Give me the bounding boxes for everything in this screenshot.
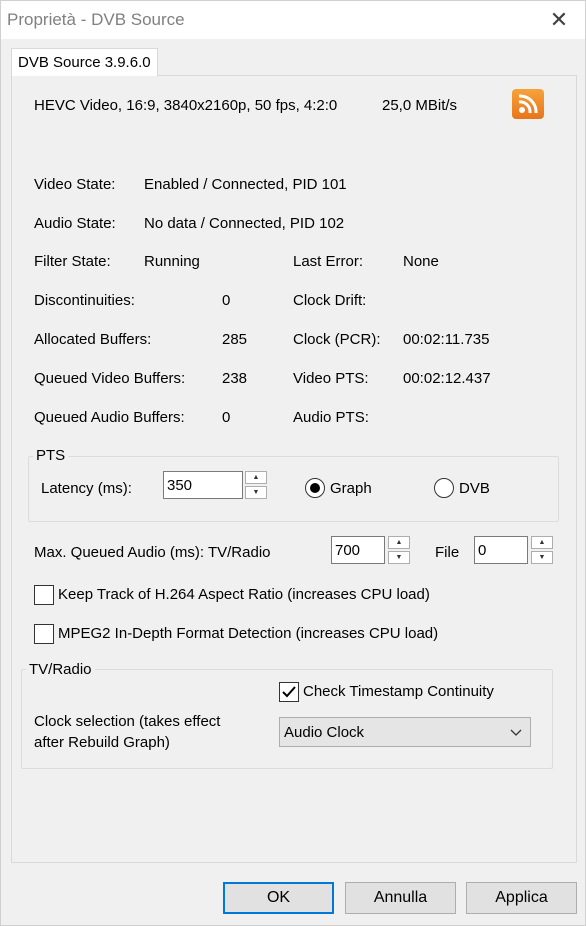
pts-group-title: PTS — [33, 447, 69, 464]
tab-dvb-source[interactable]: DVB Source 3.9.6.0 — [11, 48, 158, 76]
latency-input[interactable] — [163, 471, 243, 499]
apply-button[interactable]: Applica — [466, 882, 577, 914]
last-error-label: Last Error: — [293, 253, 364, 270]
dvb-radio-label[interactable]: DVB — [459, 480, 490, 497]
dvb-radio[interactable] — [434, 478, 454, 498]
clock-pcr-label: Clock (PCR): — [293, 331, 381, 348]
file-queue-input[interactable] — [474, 536, 528, 564]
allocated-buffers-label: Allocated Buffers: — [34, 331, 152, 348]
h264-aspect-label[interactable]: Keep Track of H.264 Aspect Ratio (increa… — [58, 586, 430, 603]
file-down-icon[interactable]: ▼ — [531, 551, 553, 564]
queued-audio-value: 0 — [222, 409, 231, 426]
title-bar: Proprietà - DVB Source ✕ — [1, 1, 585, 39]
discontinuities-value: 0 — [222, 292, 231, 309]
discontinuities-label: Discontinuities: — [34, 292, 135, 309]
latency-up-icon[interactable]: ▲ — [245, 471, 267, 484]
properties-dialog: Proprietà - DVB Source ✕ DVB Source 3.9.… — [0, 0, 586, 926]
tv-radio-queue-input[interactable] — [331, 536, 385, 564]
last-error-value: None — [403, 253, 439, 270]
graph-radio[interactable] — [305, 478, 325, 498]
clock-drift-label: Clock Drift: — [293, 292, 367, 309]
chevron-down-icon — [510, 729, 522, 736]
latency-stepper[interactable]: ▲ ▼ — [245, 471, 267, 499]
video-state-value: Enabled / Connected, PID 101 — [144, 176, 347, 193]
video-pts-label: Video PTS: — [293, 370, 369, 387]
audio-state-value: No data / Connected, PID 102 — [144, 215, 345, 232]
tv-radio-queue-stepper[interactable]: ▲ ▼ — [388, 536, 410, 564]
max-queued-audio-label: Max. Queued Audio (ms): TV/Radio — [34, 544, 271, 561]
graph-radio-label[interactable]: Graph — [330, 480, 372, 497]
timestamp-continuity-label[interactable]: Check Timestamp Continuity — [303, 683, 494, 700]
cancel-button[interactable]: Annulla — [345, 882, 456, 914]
stream-format: HEVC Video, 16:9, 3840x2160p, 50 fps, 4:… — [34, 97, 338, 114]
tv-radio-group-title: TV/Radio — [26, 661, 95, 678]
audio-state-label: Audio State: — [34, 215, 116, 232]
latency-label: Latency (ms): — [41, 480, 132, 497]
latency-down-icon[interactable]: ▼ — [245, 486, 267, 499]
queued-video-label: Queued Video Buffers: — [34, 370, 186, 387]
clock-selection-dropdown[interactable]: Audio Clock — [279, 717, 531, 747]
timestamp-continuity-checkbox[interactable] — [279, 682, 299, 702]
filter-state-value: Running — [144, 253, 200, 270]
queued-video-value: 238 — [222, 370, 248, 387]
h264-aspect-checkbox[interactable] — [34, 585, 54, 605]
tv-radio-down-icon[interactable]: ▼ — [388, 551, 410, 564]
allocated-buffers-value: 285 — [222, 331, 248, 348]
rss-feed-icon — [512, 89, 544, 119]
video-state-label: Video State: — [34, 176, 116, 193]
mpeg2-detection-checkbox[interactable] — [34, 624, 54, 644]
filter-state-label: Filter State: — [34, 253, 111, 270]
ok-button[interactable]: OK — [223, 882, 334, 914]
stream-bitrate: 25,0 MBit/s — [382, 97, 458, 114]
clock-pcr-value: 00:02:11.735 — [403, 331, 490, 348]
file-up-icon[interactable]: ▲ — [531, 536, 553, 549]
video-pts-value: 00:02:12.437 — [403, 370, 491, 387]
file-queue-stepper[interactable]: ▲ ▼ — [531, 536, 553, 564]
clock-selection-value: Audio Clock — [284, 723, 365, 741]
window-title: Proprietà - DVB Source — [7, 10, 185, 29]
audio-pts-label: Audio PTS: — [293, 409, 369, 426]
tv-radio-up-icon[interactable]: ▲ — [388, 536, 410, 549]
checkmark-icon — [282, 686, 296, 698]
queued-audio-label: Queued Audio Buffers: — [34, 409, 185, 426]
clock-selection-label-line1: Clock selection (takes effect — [34, 713, 221, 730]
mpeg2-detection-label[interactable]: MPEG2 In-Depth Format Detection (increas… — [58, 625, 438, 642]
close-icon[interactable]: ✕ — [543, 4, 575, 36]
clock-selection-label-line2: after Rebuild Graph) — [34, 734, 170, 751]
file-queue-label: File — [435, 544, 460, 561]
